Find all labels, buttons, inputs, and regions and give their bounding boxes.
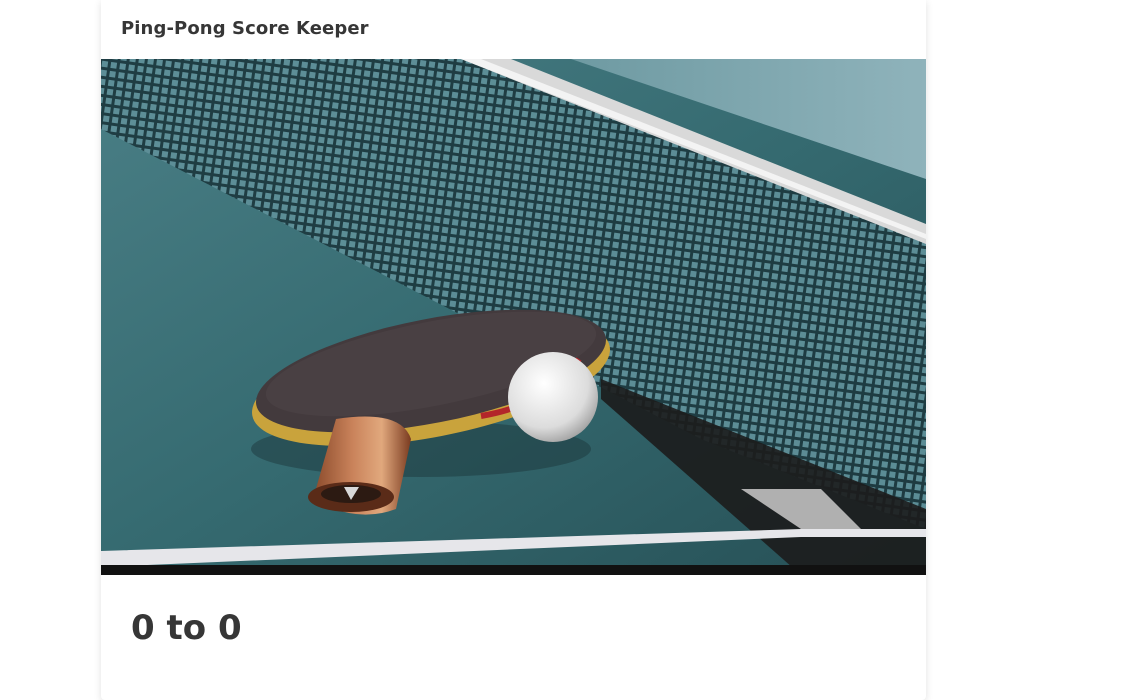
card-header: Ping-Pong Score Keeper — [101, 0, 926, 59]
ping-pong-image — [101, 59, 926, 575]
score-display: 0 to 0 — [131, 608, 242, 648]
card-content: 0 to 0 — [101, 575, 926, 645]
score-keeper-card: Ping-Pong Score Keeper 0 to 0 — [101, 0, 926, 700]
card-title: Ping-Pong Score Keeper — [121, 18, 369, 39]
